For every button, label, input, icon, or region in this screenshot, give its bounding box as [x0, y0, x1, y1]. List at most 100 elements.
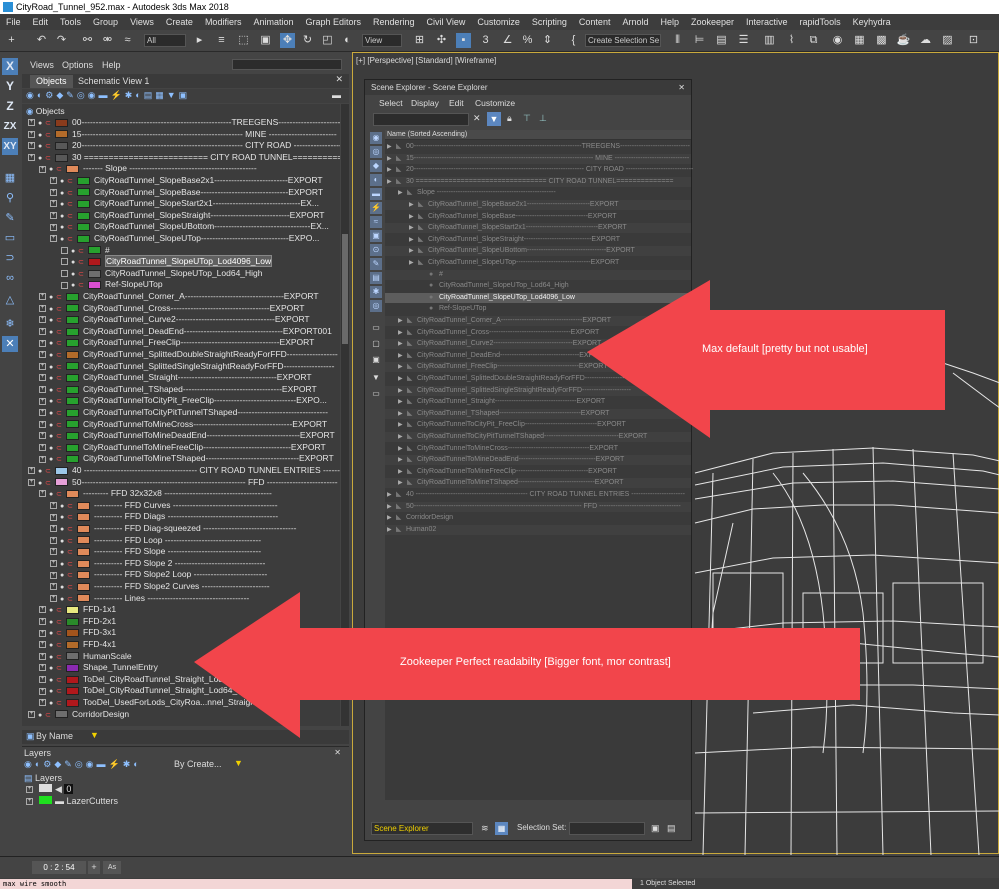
se-funnel-icon[interactable]: ▼ — [370, 372, 382, 384]
tree-row[interactable]: + ● ⊂ CityRoadTunnelToMineDeadEnd----------… — [39, 430, 335, 441]
toolbar-extra-icon[interactable]: ⊡ — [966, 33, 981, 48]
magnet-icon[interactable]: ⊃ — [2, 250, 18, 266]
layer-item[interactable]: + ▬ LazerCutters — [26, 796, 118, 807]
tree-row[interactable]: + ● ⊂ ToDel_CityRoadTunnel_Straight_Lod64_H… — [39, 685, 250, 696]
freeze-icon[interactable]: ⊂ — [45, 466, 52, 477]
freeze-icon[interactable]: ⊂ — [56, 385, 63, 396]
freeze-icon[interactable]: ⊂ — [67, 211, 74, 222]
mirror-icon[interactable]: ⫴ — [670, 33, 685, 48]
se-row[interactable]: ▶ ◣ CityRoadTunnel_Curve2----------------… — [385, 339, 691, 350]
expand-icon[interactable]: + — [39, 455, 46, 463]
expand-icon[interactable]: + — [50, 212, 57, 220]
freeze-icon[interactable]: ⊂ — [78, 280, 85, 291]
visibility-icon[interactable]: ● — [49, 362, 56, 373]
pin-icon[interactable]: ▬ — [332, 90, 341, 100]
color-swatch[interactable] — [66, 663, 79, 672]
se-row[interactable]: ● # — [385, 269, 691, 280]
se-filter-icon[interactable]: ▼ — [487, 112, 501, 126]
se-containers-icon[interactable]: ▤ — [370, 272, 382, 284]
se-expand-icon[interactable]: ▶ — [398, 362, 407, 372]
snap-3d-icon[interactable]: 3 — [478, 33, 493, 48]
tree-row[interactable]: + ● ⊂ FFD-3x1 — [39, 627, 116, 638]
zookeeper-search-input[interactable] — [232, 59, 342, 70]
undo-icon[interactable]: ↶ — [34, 33, 49, 48]
se-expand-icon[interactable]: ▶ — [398, 432, 407, 442]
axis-xy-button[interactable]: XY — [2, 138, 18, 155]
freeze-icon[interactable]: ⊂ — [56, 292, 63, 303]
visibility-icon[interactable]: ● — [60, 199, 67, 210]
time-display[interactable]: 0 : 2 : 54 — [32, 861, 86, 874]
expand-icon[interactable]: + — [39, 490, 46, 498]
tree-row[interactable]: + ● ⊂ ------- Slope -----------------------… — [39, 163, 257, 174]
se-menu-display[interactable]: Display — [411, 98, 439, 108]
place-icon[interactable]: ◐ — [340, 33, 355, 48]
tree-row[interactable]: + ● ⊂ CityRoadTunnel_SplittedDoubleStraight… — [39, 349, 338, 360]
se-expand-icon[interactable]: ▶ — [409, 212, 418, 222]
freeze-icon[interactable]: ⊂ — [56, 350, 63, 361]
tree-row[interactable]: + ● ⊂ CityRoadTunnel_SlopeStart2x1---------… — [50, 198, 319, 209]
color-swatch[interactable] — [66, 431, 79, 440]
move-icon[interactable]: ✥ — [280, 33, 295, 48]
scroll-thumb[interactable] — [342, 234, 348, 344]
menu-item-rapidtools[interactable]: rapidTools — [794, 17, 847, 27]
tree-row[interactable]: + ● ⊂ 20-----------------------------------… — [28, 140, 340, 151]
rendered-frame-icon[interactable]: ▩ — [874, 33, 889, 48]
tree-row[interactable]: + ● ⊂ 15-----------------------------------… — [28, 129, 337, 140]
se-expand-icon[interactable]: ▶ — [398, 374, 407, 384]
tree-row[interactable]: + ● ⊂ ---------- FFD Loop -----------------… — [50, 535, 261, 546]
freeze-icon[interactable]: ⊂ — [56, 443, 63, 454]
visibility-icon[interactable]: ● — [60, 211, 67, 222]
se-invert-icon[interactable]: ▣ — [370, 354, 382, 366]
visibility-icon[interactable]: ● — [38, 141, 45, 152]
freeze-icon[interactable]: ⊂ — [45, 141, 52, 152]
snowflake-icon[interactable]: ❄ — [2, 316, 18, 332]
axis-y-button[interactable]: Y — [2, 78, 18, 95]
se-expand-icon[interactable]: ▶ — [398, 316, 407, 326]
tree-row[interactable]: + ● ⊂ ---------- Lines --------------------… — [50, 593, 249, 604]
freeze-icon[interactable]: ⊂ — [56, 698, 63, 709]
unlink-icon[interactable]: ⚮ — [100, 33, 115, 48]
color-swatch[interactable] — [66, 315, 79, 324]
se-expand-icon[interactable]: ▶ — [398, 397, 407, 407]
expand-icon[interactable]: + — [28, 142, 35, 150]
visibility-icon[interactable]: ● — [49, 396, 56, 407]
color-swatch[interactable] — [66, 629, 79, 638]
freeze-icon[interactable]: ⊂ — [56, 327, 63, 338]
freeze-icon[interactable]: ⊂ — [45, 710, 52, 721]
expand-icon[interactable]: + — [39, 293, 46, 301]
edit-named-sets-icon[interactable]: { — [566, 33, 581, 48]
expand-icon[interactable]: + — [39, 165, 46, 173]
tree-row[interactable]: + ● ⊂ 40 ----------------------------------… — [28, 465, 340, 476]
axis-z-button[interactable]: Z — [2, 98, 18, 115]
se-selection-set-dropdown[interactable] — [569, 822, 645, 835]
visibility-icon[interactable]: ● — [49, 454, 56, 465]
se-expand-icon[interactable]: ▶ — [387, 513, 396, 523]
axis-x-button[interactable]: X — [2, 58, 18, 75]
tree-row[interactable]: + ● ⊂ FFD-4x1 — [39, 639, 116, 650]
freeze-icon[interactable]: ⊂ — [67, 199, 74, 210]
visibility-icon[interactable]: ● — [49, 350, 56, 361]
se-folder-icon[interactable]: ▭ — [370, 388, 382, 400]
se-layer-icon[interactable]: ⊥ — [539, 113, 547, 124]
se-row[interactable]: ▶ ◣ Slope -------------------------------… — [385, 188, 691, 198]
freeze-icon[interactable]: ⊂ — [56, 640, 63, 651]
se-row[interactable]: ▶ ◣ 50-----------------------------------… — [385, 501, 691, 512]
freeze-icon[interactable]: ⊂ — [67, 176, 74, 187]
menu-item-group[interactable]: Group — [87, 17, 124, 27]
visibility-icon[interactable]: ● — [60, 594, 67, 605]
color-swatch[interactable] — [77, 571, 90, 580]
tree-row[interactable]: + ● ⊂ ---------- FFD Slope2 Loop ----------… — [50, 569, 267, 580]
expand-icon[interactable]: + — [50, 235, 57, 243]
layers-close-icon[interactable]: ✕ — [334, 748, 341, 757]
render-setup-icon[interactable]: ▦ — [852, 33, 867, 48]
se-row[interactable]: ▶ ◣ Human02 — [385, 524, 691, 535]
window-crossing-icon[interactable]: ▣ — [258, 33, 273, 48]
se-row[interactable]: ▶ ◣ CityRoadTunnelToCityPitTunnelTShaped-… — [385, 432, 691, 442]
visibility-icon[interactable]: ● — [71, 246, 78, 257]
tree-row[interactable]: ● ⊂ # — [61, 245, 110, 256]
percent-snap-icon[interactable]: % — [520, 33, 535, 48]
tree-row[interactable]: ● ⊂ CityRoadTunnel_SlopeUTop_Lod64_High — [61, 268, 263, 279]
expand-icon[interactable]: + — [39, 316, 46, 324]
se-row[interactable]: ▶ ◣ CityRoadTunnel_SlopeStraight---------… — [385, 235, 691, 245]
link-icon[interactable]: ⚯ — [80, 33, 95, 48]
